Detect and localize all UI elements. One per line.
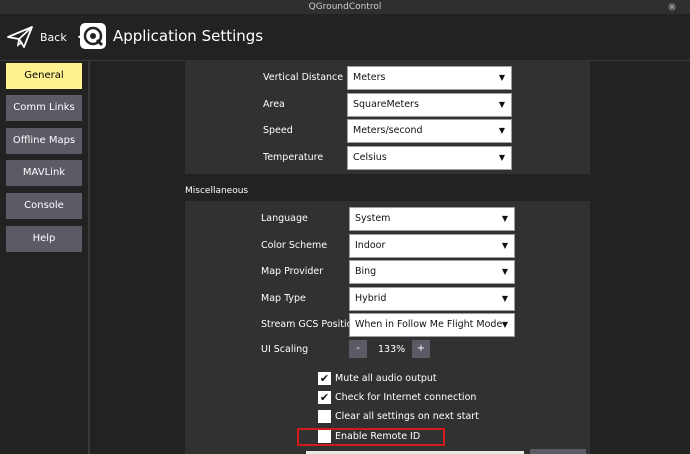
area-select[interactable]: SquareMeters ▼ [347, 93, 512, 117]
main-toolbar: Back < Application Settings [0, 14, 690, 61]
select-value: SquareMeters [353, 99, 419, 110]
settings-sidebar: General Comm Links Offline Maps MAVLink … [0, 60, 92, 454]
select-value: When in Follow Me Flight Mode [355, 319, 503, 330]
mute-audio-checkbox[interactable]: ✔ Mute all audio output [318, 372, 437, 385]
units-row-label: Area [263, 99, 285, 110]
clear-settings-checkbox[interactable]: Clear all settings on next start [318, 410, 479, 423]
units-row-label: Temperature [263, 152, 324, 163]
chevron-down-icon: ▼ [501, 320, 508, 329]
back-button[interactable]: Back < [6, 22, 88, 52]
misc-row-label: Map Provider [261, 266, 324, 277]
page-title: Application Settings [113, 27, 264, 45]
select-value: Indoor [355, 240, 386, 251]
checkmark-icon: ✔ [318, 372, 331, 385]
checkbox-label: Check for Internet connection [335, 392, 477, 403]
sidebar-item-help[interactable]: Help [6, 226, 82, 252]
chevron-down-icon: ▼ [501, 214, 508, 223]
paper-plane-icon [7, 26, 33, 48]
checkbox-label: Clear all settings on next start [335, 411, 479, 422]
empty-checkbox-icon [318, 410, 331, 423]
chevron-down-icon: ▼ [498, 126, 505, 135]
sidebar-item-general[interactable]: General [6, 63, 82, 89]
misc-row-label: Color Scheme [261, 240, 328, 251]
chevron-down-icon: ▼ [501, 267, 508, 276]
ui-scaling-label: UI Scaling [261, 344, 309, 355]
misc-row-label: Language [261, 213, 308, 224]
sidebar-item-offline-maps[interactable]: Offline Maps [6, 128, 82, 154]
partial-button[interactable] [530, 449, 586, 454]
remote-id-highlight-annotation [297, 428, 445, 446]
map-type-select[interactable]: Hybrid ▼ [349, 287, 515, 311]
qgc-logo-icon [80, 23, 106, 49]
color-scheme-select[interactable]: Indoor ▼ [349, 234, 515, 258]
temperature-select[interactable]: Celsius ▼ [347, 146, 512, 170]
chevron-down-icon: ▼ [498, 100, 505, 109]
window-close-button[interactable]: × [668, 3, 676, 11]
section-title-miscellaneous: Miscellaneous [185, 186, 249, 196]
select-value: System [355, 213, 391, 224]
checkmark-icon: ✔ [318, 391, 331, 404]
misc-row-label: Map Type [261, 293, 306, 304]
speed-select[interactable]: Meters/second ▼ [347, 119, 512, 143]
chevron-down-icon: ▼ [501, 241, 508, 250]
checkbox-label: Mute all audio output [335, 373, 437, 384]
ui-scaling-decrease-button[interactable]: - [349, 340, 367, 358]
sidebar-item-console[interactable]: Console [6, 193, 82, 219]
misc-row-label: Stream GCS Position [261, 319, 359, 330]
back-label: Back [40, 30, 67, 44]
map-provider-select[interactable]: Bing ▼ [349, 260, 515, 284]
window-title: QGroundControl [308, 2, 382, 12]
stream-gcs-position-select[interactable]: When in Follow Me Flight Mode ▼ [349, 313, 515, 337]
select-value: Meters [353, 72, 386, 83]
window-titlebar: QGroundControl × [0, 0, 690, 14]
chevron-down-icon: ▼ [501, 294, 508, 303]
sidebar-divider [88, 60, 90, 454]
chevron-down-icon: ▼ [498, 73, 505, 82]
units-row-label: Vertical Distance [263, 72, 344, 83]
sidebar-item-comm-links[interactable]: Comm Links [6, 95, 82, 121]
ui-scaling-increase-button[interactable]: + [412, 340, 430, 358]
sidebar-item-mavlink[interactable]: MAVLink [6, 160, 82, 186]
select-value: Bing [355, 266, 377, 277]
select-value: Celsius [353, 152, 387, 163]
select-value: Meters/second [353, 125, 423, 136]
ui-scaling-value: 133% [378, 344, 406, 355]
language-select[interactable]: System ▼ [349, 207, 515, 231]
select-value: Hybrid [355, 293, 387, 304]
chevron-down-icon: ▼ [498, 153, 505, 162]
check-internet-checkbox[interactable]: ✔ Check for Internet connection [318, 391, 476, 404]
vertical-distance-select[interactable]: Meters ▼ [347, 66, 512, 90]
units-row-label: Speed [263, 125, 293, 136]
